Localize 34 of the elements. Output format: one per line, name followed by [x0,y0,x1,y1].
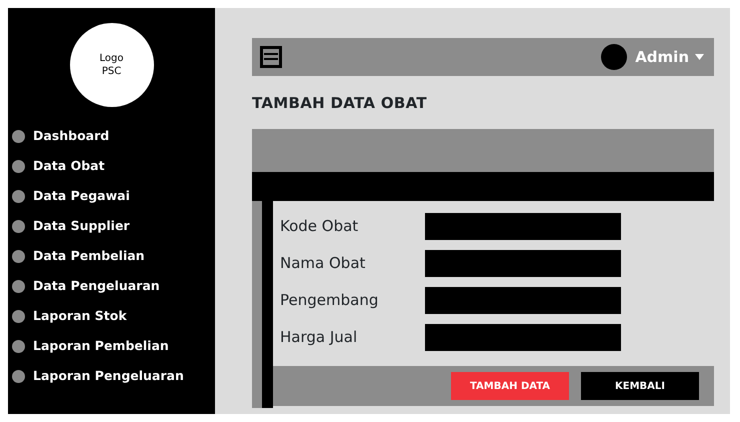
input-field[interactable] [425,212,621,240]
bullet-icon [12,220,25,232]
logo-text: Logo [100,52,124,65]
bullet-icon [12,130,25,142]
bullet-icon [12,310,25,322]
sidebar-item[interactable]: Laporan Stok [8,301,215,331]
input-field[interactable] [425,250,621,276]
field-label: Kode Obat [280,216,360,237]
avatar [601,44,628,70]
input-field[interactable] [425,324,621,350]
field-label: Nama Obat [280,252,366,274]
sidebar-item[interactable]: Dashboard [8,121,215,151]
sidebar-item[interactable]: Laporan Pengeluaran [8,361,215,391]
field-label: Harga Jual [280,326,358,348]
page-title: TAMBAH DATA OBAT [252,93,428,114]
bullet-icon [12,280,25,292]
sidebar-item[interactable]: Data Pengeluaran [8,271,215,301]
menu-icon[interactable] [260,46,282,68]
bullet-icon [12,370,25,382]
bullet-icon [12,190,25,202]
sidebar-item[interactable]: Laporan Pembelian [8,331,215,361]
back-button[interactable]: KEMBALI [581,372,699,400]
field-label: Pengembang [280,290,380,311]
bullet-icon [12,250,25,262]
bullet-icon [12,340,25,352]
logo-text: PSC [102,65,122,78]
sidebar-item[interactable]: Data Pembelian [8,241,215,271]
caret-icon [695,54,704,60]
bullet-icon [12,160,25,172]
add-button[interactable]: TAMBAH DATA [451,372,569,400]
input-field[interactable] [425,286,621,314]
sidebar-item[interactable]: Data Pegawai [8,181,215,211]
sidebar-item[interactable]: Data Obat [8,151,215,181]
sidebar-item[interactable]: Data Supplier [8,211,215,241]
